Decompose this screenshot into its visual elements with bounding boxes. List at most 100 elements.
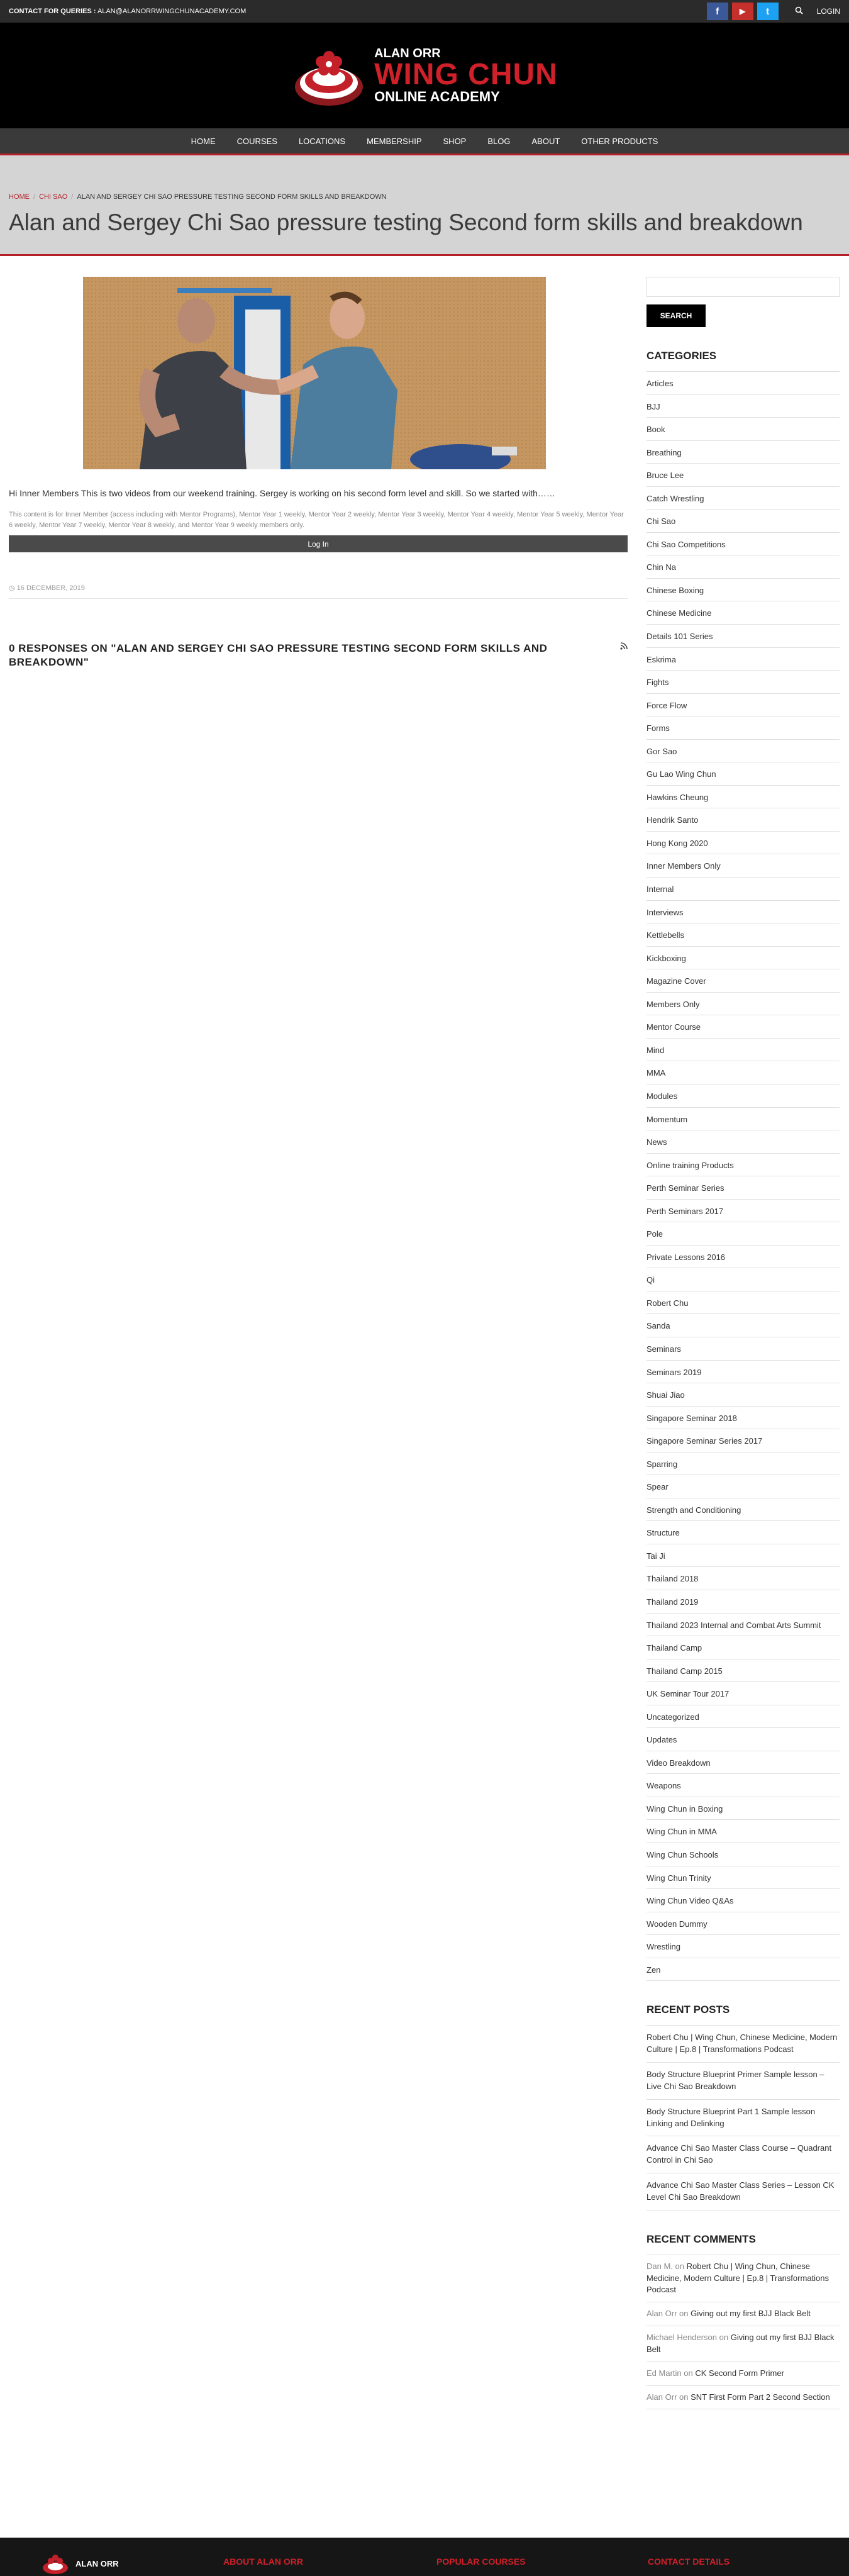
category-link[interactable]: Weapons [646,1774,840,1797]
category-link[interactable]: Hong Kong 2020 [646,832,840,855]
twitter-icon[interactable]: t [757,3,779,20]
category-link[interactable]: News [646,1130,840,1154]
facebook-icon[interactable]: f [706,3,728,20]
search-icon[interactable] [795,6,803,16]
category-link[interactable]: Chi Sao [646,510,840,533]
category-link[interactable]: Modules [646,1084,840,1108]
category-link[interactable]: Wing Chun in MMA [646,1820,840,1843]
category-link[interactable]: Eskrima [646,648,840,671]
footer-logo[interactable]: ALAN ORR [42,2553,119,2574]
login-button[interactable]: Log In [9,535,628,552]
category-link[interactable]: Chin Na [646,555,840,579]
recent-post-link[interactable]: Advance Chi Sao Master Class Series – Le… [646,2173,840,2211]
category-link[interactable]: Articles [646,372,840,395]
sidebar-search-button[interactable]: SEARCH [646,304,706,327]
category-link[interactable]: Bruce Lee [646,464,840,487]
nav-membership[interactable]: MEMBERSHIP [367,137,421,146]
category-link[interactable]: Forms [646,716,840,740]
category-link[interactable]: Chi Sao Competitions [646,533,840,556]
category-link[interactable]: Wooden Dummy [646,1912,840,1936]
category-link[interactable]: Thailand 2023 Internal and Combat Arts S… [646,1614,840,1637]
category-link[interactable]: Tai Ji [646,1544,840,1568]
category-link[interactable]: UK Seminar Tour 2017 [646,1682,840,1705]
nav-other-products[interactable]: OTHER PRODUCTS [581,137,658,146]
category-link[interactable]: Fights [646,671,840,694]
category-link[interactable]: Thailand Camp 2015 [646,1659,840,1683]
category-link[interactable]: Updates [646,1728,840,1751]
category-link[interactable]: Book [646,418,840,441]
nav-shop[interactable]: SHOP [443,137,467,146]
category-link[interactable]: Wing Chun Trinity [646,1866,840,1890]
recent-post-link[interactable]: Advance Chi Sao Master Class Course – Qu… [646,2136,840,2174]
category-link[interactable]: Singapore Seminar Series 2017 [646,1429,840,1452]
category-link[interactable]: BJJ [646,395,840,418]
category-link[interactable]: Details 101 Series [646,625,840,648]
category-link[interactable]: Wing Chun Video Q&As [646,1889,840,1912]
category-link[interactable]: Strength and Conditioning [646,1498,840,1522]
category-link[interactable]: Sparring [646,1452,840,1476]
category-link[interactable]: Mind [646,1039,840,1062]
category-link[interactable]: Structure [646,1521,840,1544]
nav-locations[interactable]: LOCATIONS [299,137,345,146]
comment-post-link[interactable]: SNT First Form Part 2 Second Section [691,2392,830,2402]
category-link[interactable]: Hawkins Cheung [646,786,840,809]
category-link[interactable]: Seminars 2019 [646,1361,840,1384]
category-link[interactable]: Uncategorized [646,1705,840,1729]
category-link[interactable]: Gu Lao Wing Chun [646,762,840,786]
category-link[interactable]: Wing Chun Schools [646,1843,840,1866]
comment-post-link[interactable]: Giving out my first BJJ Black Belt [691,2309,811,2318]
recent-post-link[interactable]: Robert Chu | Wing Chun, Chinese Medicine… [646,2026,840,2063]
category-link[interactable]: Seminars [646,1337,840,1361]
sidebar-search-input[interactable] [646,277,840,297]
category-link[interactable]: Kickboxing [646,947,840,970]
category-link[interactable]: Wing Chun in Boxing [646,1797,840,1820]
category-link[interactable]: Magazine Cover [646,969,840,993]
category-link[interactable]: Perth Seminar Series [646,1176,840,1200]
category-link[interactable]: Robert Chu [646,1291,840,1315]
nav-courses[interactable]: COURSES [237,137,277,146]
category-link[interactable]: Members Only [646,993,840,1016]
category-link[interactable]: Force Flow [646,694,840,717]
breadcrumb-home[interactable]: HOME [9,193,30,201]
category-link[interactable]: Sanda [646,1314,840,1337]
category-link[interactable]: Thailand 2019 [646,1590,840,1614]
category-link[interactable]: Kettlebells [646,923,840,947]
site-logo[interactable]: ALAN ORR WING CHUN ONLINE ACADEMY [291,38,558,113]
category-link[interactable]: Gor Sao [646,740,840,763]
nav-home[interactable]: HOME [191,137,216,146]
category-link[interactable]: Inner Members Only [646,854,840,878]
category-link[interactable]: Singapore Seminar 2018 [646,1407,840,1430]
category-link[interactable]: Internal [646,878,840,901]
nav-blog[interactable]: BLOG [487,137,510,146]
category-link[interactable]: Shuai Jiao [646,1383,840,1407]
category-link[interactable]: MMA [646,1061,840,1084]
breadcrumb-category[interactable]: CHI SAO [39,193,67,201]
category-link[interactable]: Spear [646,1475,840,1498]
recent-post-link[interactable]: Body Structure Blueprint Part 1 Sample l… [646,2100,840,2137]
category-link[interactable]: Wrestling [646,1935,840,1958]
recent-post-link[interactable]: Body Structure Blueprint Primer Sample l… [646,2063,840,2100]
category-link[interactable]: Breathing [646,441,840,464]
category-link[interactable]: Interviews [646,901,840,924]
login-link[interactable]: LOGIN [817,7,840,16]
category-link[interactable]: Private Lessons 2016 [646,1246,840,1269]
category-link[interactable]: Mentor Course [646,1015,840,1039]
comment-post-link[interactable]: CK Second Form Primer [695,2368,784,2378]
category-link[interactable]: Qi [646,1268,840,1291]
comment-post-link[interactable]: Robert Chu | Wing Chun, Chinese Medicine… [646,2261,829,2295]
category-link[interactable]: Catch Wrestling [646,487,840,510]
rss-icon[interactable] [620,642,628,669]
category-link[interactable]: Chinese Boxing [646,579,840,602]
category-link[interactable]: Video Breakdown [646,1751,840,1775]
contact-email-link[interactable]: ALAN@ALANORRWINGCHUNACADEMY.COM [97,8,246,15]
category-link[interactable]: Momentum [646,1108,840,1131]
category-link[interactable]: Zen [646,1958,840,1982]
category-link[interactable]: Hendrik Santo [646,808,840,832]
category-link[interactable]: Thailand 2018 [646,1567,840,1590]
category-link[interactable]: Chinese Medicine [646,601,840,625]
category-link[interactable]: Thailand Camp [646,1636,840,1659]
category-link[interactable]: Perth Seminars 2017 [646,1200,840,1223]
nav-about[interactable]: ABOUT [531,137,560,146]
youtube-icon[interactable]: ▶ [731,3,753,20]
category-link[interactable]: Pole [646,1222,840,1246]
